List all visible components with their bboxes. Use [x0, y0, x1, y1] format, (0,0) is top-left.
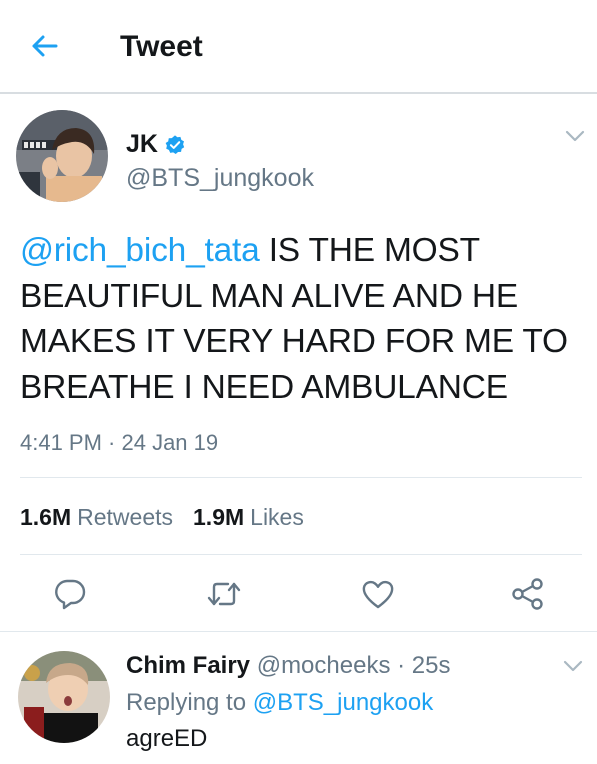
retweets-label: Retweets: [77, 504, 174, 530]
retweets-count: 1.6M: [20, 504, 72, 530]
retweet-icon: [207, 582, 241, 606]
tweet-timestamp: 4:41 PM · 24 Jan 19: [20, 430, 219, 455]
reply-button[interactable]: [50, 574, 90, 614]
page-title: Tweet: [120, 30, 203, 63]
reply-text: agreED: [126, 725, 208, 752]
share-icon: [512, 578, 543, 610]
retweet-button[interactable]: [204, 574, 244, 614]
arrow-left-icon[interactable]: [26, 28, 62, 64]
chevron-down-icon[interactable]: [562, 659, 584, 673]
divider: [20, 477, 582, 478]
heart-icon: [362, 580, 394, 609]
mention-link[interactable]: @rich_bich_tata: [20, 232, 260, 269]
reply-author-handle[interactable]: @mocheeks: [257, 652, 391, 679]
replying-prefix: Replying to: [126, 689, 247, 716]
reply-header: Chim Fairy @mocheeks · 25s: [126, 652, 450, 680]
tweet-text: @rich_bich_tata IS THE MOST BEAUTIFUL MA…: [20, 228, 590, 410]
divider: [20, 554, 582, 555]
like-button[interactable]: [358, 574, 398, 614]
retweets-stat[interactable]: 1.6M Retweets: [20, 504, 173, 531]
top-bar: Tweet: [0, 0, 597, 94]
author-name-row[interactable]: JK: [126, 130, 186, 159]
author-name: JK: [126, 130, 158, 158]
reply-time: · 25s: [397, 652, 451, 679]
tweet-stats: 1.6M Retweets 1.9M Likes: [20, 504, 324, 531]
likes-stat[interactable]: 1.9M Likes: [193, 504, 304, 531]
replying-to: Replying to @BTS_jungkook: [126, 689, 433, 717]
divider: [0, 631, 597, 632]
likes-count: 1.9M: [193, 504, 245, 530]
replying-to-link[interactable]: @BTS_jungkook: [253, 689, 433, 716]
chevron-down-icon[interactable]: [564, 129, 586, 143]
reply-icon: [55, 579, 86, 610]
reply-author-name[interactable]: Chim Fairy: [126, 652, 250, 679]
author-handle[interactable]: @BTS_jungkook: [126, 164, 314, 193]
author-avatar[interactable]: [16, 110, 108, 202]
share-button[interactable]: [508, 574, 548, 614]
likes-label: Likes: [250, 504, 304, 530]
reply-author-avatar[interactable]: [18, 651, 110, 743]
verified-badge-icon: [165, 134, 185, 154]
